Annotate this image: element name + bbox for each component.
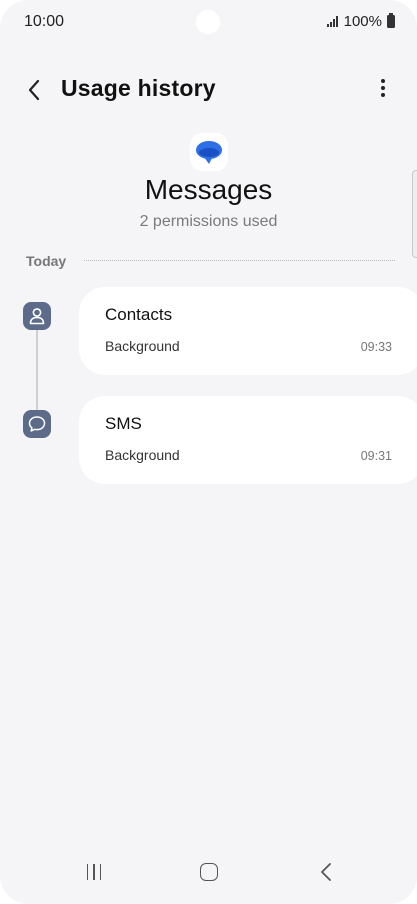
timeline-connector	[36, 330, 38, 410]
entry-subtitle: Background	[105, 338, 180, 354]
status-indicators: 100%	[326, 13, 395, 30]
person-icon	[23, 302, 51, 330]
home-icon[interactable]	[200, 863, 218, 881]
chat-bubble-icon	[23, 410, 51, 438]
battery-percentage: 100%	[343, 13, 382, 30]
back-arrow-icon	[28, 79, 40, 101]
status-bar: 10:00 100%	[0, 0, 417, 44]
page-title: Usage history	[61, 75, 216, 101]
signal-icon	[326, 16, 338, 27]
entry-title: SMS	[105, 414, 142, 433]
section-divider	[84, 260, 395, 261]
camera-cutout	[196, 10, 220, 34]
permissions-used-count: 2 permissions used	[139, 213, 278, 230]
back-button[interactable]	[18, 74, 50, 106]
entry-time: 09:31	[360, 449, 392, 463]
navigation-bar	[0, 848, 417, 904]
screen: 10:00 100% Usage history Messages 2 perm…	[0, 0, 417, 904]
more-options-icon	[381, 79, 385, 97]
date-section-label: Today	[26, 253, 67, 269]
status-time: 10:00	[24, 13, 65, 30]
more-options-button[interactable]	[371, 74, 395, 102]
recents-icon[interactable]	[84, 862, 104, 882]
entry-time: 09:33	[360, 340, 392, 354]
app-header: Usage history	[0, 64, 417, 112]
app-name: Messages	[144, 174, 273, 205]
battery-icon	[387, 13, 395, 28]
nav-back-icon[interactable]	[316, 861, 336, 883]
usage-entry-contacts[interactable]: Contacts Background 09:33	[79, 287, 417, 375]
usage-entry-sms[interactable]: SMS Background 09:31	[79, 396, 417, 484]
entry-subtitle: Background	[105, 447, 180, 463]
scroll-handle[interactable]	[412, 170, 417, 258]
messages-app-icon	[190, 133, 228, 171]
entry-title: Contacts	[105, 305, 173, 324]
